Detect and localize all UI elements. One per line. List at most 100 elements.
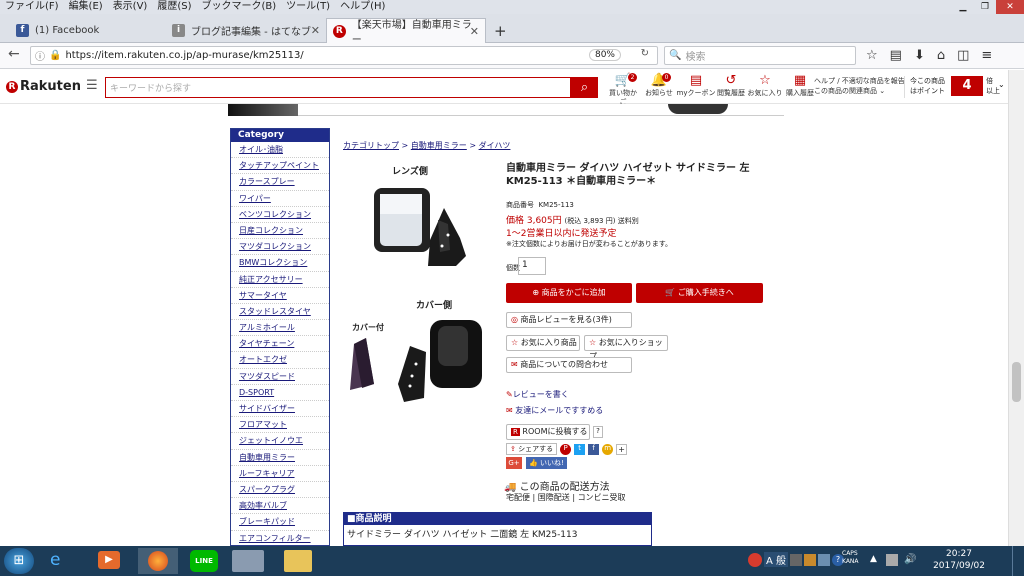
show-desktop-button[interactable] (1012, 546, 1024, 576)
sidebar-item[interactable]: マツダコレクション (231, 239, 329, 256)
room-post-button[interactable]: R ROOMに投稿する (506, 424, 590, 440)
related-link[interactable]: この商品の関連商品 ⌄ (814, 86, 905, 96)
sidebar-item[interactable]: ワイパー (231, 191, 329, 207)
info-icon[interactable]: ⓘ (35, 48, 45, 63)
checkout-button[interactable]: 🛒 ご購入手続きへ (636, 283, 763, 303)
reload-icon[interactable]: ↻ (641, 48, 649, 59)
close-icon[interactable]: ✕ (996, 0, 1024, 14)
rakuten-logo[interactable]: R Rakuten (6, 79, 81, 94)
new-tab-button[interactable]: + (488, 18, 513, 43)
network-icon[interactable] (886, 554, 898, 566)
sidebar-item[interactable]: オイル･油脂 (231, 142, 329, 159)
rakuten-search-button[interactable]: ⌕ (571, 77, 598, 98)
twitter-icon[interactable]: t (574, 443, 586, 455)
tab-close-icon[interactable]: ✕ (311, 24, 320, 37)
start-button[interactable]: ⊞ (4, 548, 34, 574)
mail-friend-link[interactable]: ✉ 友達にメールですすめる (506, 405, 603, 416)
tray-icon[interactable] (790, 553, 803, 566)
page-scrollbar[interactable] (1008, 70, 1024, 546)
sidebar-item[interactable]: ベンツコレクション (231, 207, 329, 223)
purchase-history-link[interactable]: ▦ 購入履歴 (784, 73, 816, 98)
media-player-icon[interactable]: ▶ (98, 551, 120, 569)
rakuten-search-input[interactable]: キーワードから探す (105, 77, 571, 98)
line-app-icon[interactable]: LINE (190, 550, 218, 572)
favorite-item-button[interactable]: ☆ お気に入り商品 (506, 335, 580, 351)
sidebar-item[interactable]: アルミホイール (231, 320, 329, 337)
sidebar-item[interactable]: BMWコレクション (231, 255, 329, 272)
facebook-icon[interactable]: f (588, 443, 600, 455)
menu-list-icon[interactable]: ☰ (86, 78, 98, 93)
scrollbar-thumb[interactable] (1012, 362, 1021, 402)
back-icon[interactable]: ← (8, 46, 20, 62)
url-bar[interactable]: ⓘ 🔒 https://item.rakuten.co.jp/ap-murase… (30, 46, 658, 65)
tab-hatena[interactable]: i ブログ記事編集 - はてなブ ✕ (166, 18, 326, 43)
sidebar-item[interactable]: オートエクゼ (231, 352, 329, 369)
minimize-icon[interactable]: ▁ (952, 0, 974, 14)
bookmark-star-icon[interactable]: ☆ (866, 48, 890, 63)
facebook-like-button[interactable]: 👍 いいね! (526, 457, 567, 469)
sidebar-item[interactable]: スタッドレスタイヤ (231, 304, 329, 321)
google-plus-icon[interactable]: G+ (506, 457, 522, 469)
tray-arrow-icon[interactable]: ▲ (870, 554, 877, 564)
favorites-link[interactable]: ☆ お気に入り (746, 73, 784, 98)
quantity-input[interactable]: 1 (518, 257, 546, 275)
sidebar-item[interactable]: タッチアップペイント (231, 158, 329, 175)
write-review-link[interactable]: ✎レビューを書く (506, 389, 569, 400)
download-icon[interactable]: ⬇ (914, 48, 937, 63)
reading-list-icon[interactable]: ▤ (890, 48, 914, 63)
sidebar-item[interactable]: エアコンフィルター (231, 531, 329, 547)
sidebar-item[interactable]: 高効率バルブ (231, 498, 329, 515)
tab-rakuten[interactable]: R 【楽天市場】自動車用ミラー ✕ (326, 18, 486, 46)
zoom-level[interactable]: 80% (588, 49, 621, 61)
volume-icon[interactable]: 🔊 (904, 554, 916, 565)
breadcrumb-item[interactable]: ダイハツ (479, 141, 511, 150)
menu-view[interactable]: 表示(V) (108, 0, 153, 14)
ime-indicator[interactable]: A 般 (764, 552, 789, 567)
menu-edit[interactable]: 編集(E) (64, 0, 108, 14)
more-share-icon[interactable]: + (616, 443, 628, 455)
sidebar-item[interactable]: 純正アクセサリー (231, 272, 329, 288)
history-link[interactable]: ↺ 閲覧履歴 (716, 73, 746, 98)
tray-icon[interactable] (804, 553, 817, 566)
sidebar-item[interactable]: ブレーキパッド (231, 514, 329, 531)
chevron-down-icon[interactable]: ⌄ (998, 80, 1005, 89)
paint-app-icon[interactable] (232, 550, 264, 572)
inquiry-button[interactable]: ✉ 商品についての問合わせ (506, 357, 632, 373)
explorer-icon[interactable] (284, 550, 312, 572)
lens-side-image[interactable] (368, 180, 478, 272)
menu-history[interactable]: 履歴(S) (152, 0, 196, 14)
sidebar-item[interactable]: サマータイヤ (231, 288, 329, 304)
taskbar-firefox[interactable] (138, 548, 178, 574)
tray-icon[interactable] (818, 553, 831, 566)
tab-facebook[interactable]: f (1) Facebook (10, 18, 166, 43)
sidebar-item[interactable]: フロアマット (231, 417, 329, 434)
menu-bookmarks[interactable]: ブックマーク(B) (197, 0, 282, 14)
breadcrumb-item[interactable]: カテゴリトップ (343, 141, 399, 150)
browser-search-input[interactable]: 🔍 検索 (664, 46, 856, 65)
add-to-cart-button[interactable]: ⊕ 商品をかごに追加 (506, 283, 632, 303)
mixi-icon[interactable]: m (602, 443, 614, 455)
breadcrumb-item[interactable]: 自動車用ミラー (411, 141, 467, 150)
sidebar-item[interactable]: 日産コレクション (231, 223, 329, 240)
favorite-shop-button[interactable]: ☆ お気に入りショップ (584, 335, 668, 361)
menu-help[interactable]: ヘルプ(H) (335, 0, 390, 14)
sidebar-item[interactable]: マツダスピード (231, 369, 329, 385)
share-button[interactable]: ⇪ シェアする (506, 443, 558, 455)
help-link[interactable]: ヘルプ / 不適切な商品を報告 (814, 76, 905, 86)
cover-piece-image[interactable] (344, 334, 384, 394)
clock[interactable]: 20:27 2017/09/02 (924, 548, 994, 572)
sidebar-item[interactable]: ジェットイノウエ (231, 433, 329, 450)
pinterest-icon[interactable]: P (560, 443, 572, 455)
tray-app-icon[interactable] (748, 552, 762, 567)
sidebar-item[interactable]: サイドバイザー (231, 401, 329, 418)
sidebar-item[interactable]: カラースプレー (231, 174, 329, 191)
menu-file[interactable]: ファイル(F) (0, 0, 64, 14)
menu-tools[interactable]: ツール(T) (281, 0, 335, 14)
home-icon[interactable]: ⌂ (937, 48, 957, 63)
hamburger-menu-icon[interactable]: ≡ (981, 48, 1004, 63)
ie-icon[interactable]: e (50, 550, 60, 570)
pocket-icon[interactable]: ◫ (957, 48, 981, 63)
maximize-icon[interactable]: ❐ (974, 0, 996, 14)
sidebar-item[interactable]: ルーフキャリア (231, 466, 329, 482)
sidebar-item[interactable]: 自動車用ミラー (231, 450, 329, 466)
